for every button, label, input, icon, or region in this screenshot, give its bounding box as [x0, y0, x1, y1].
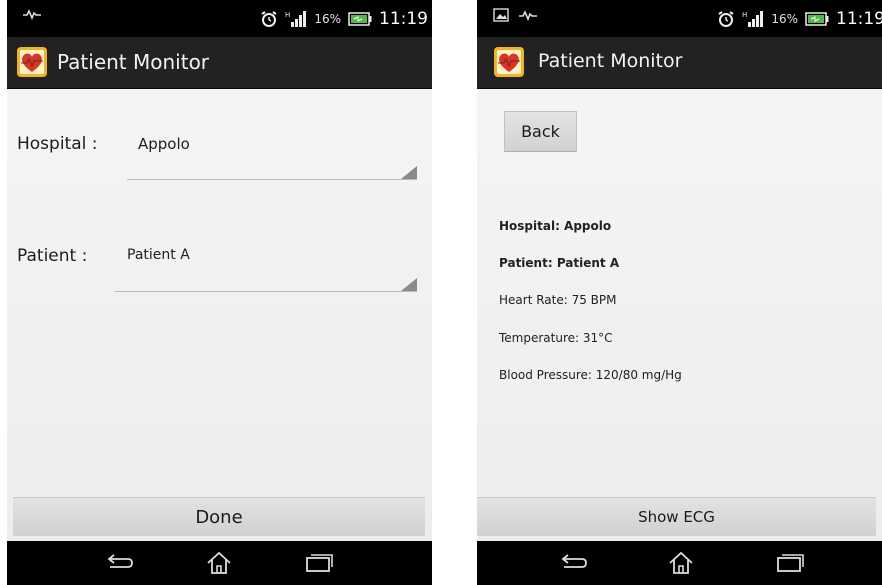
- navigation-bar: [7, 541, 432, 585]
- clock: 11:19: [836, 9, 882, 29]
- show-ecg-button[interactable]: Show ECG: [477, 497, 876, 536]
- nav-recents-button[interactable]: [770, 549, 810, 577]
- back-button[interactable]: Back: [504, 111, 577, 152]
- svg-text:H: H: [742, 11, 747, 19]
- hospital-label: Hospital :: [17, 134, 98, 154]
- hospital-spinner[interactable]: Appolo: [127, 135, 417, 180]
- nav-back-button[interactable]: [99, 549, 139, 577]
- status-bar: H 16% 11:19: [7, 0, 432, 37]
- back-icon: [561, 554, 587, 568]
- battery-icon: [348, 12, 372, 26]
- dropdown-triangle-icon: [401, 278, 417, 291]
- nav-home-button[interactable]: [199, 549, 239, 577]
- dropdown-triangle-icon: [401, 166, 417, 179]
- app-title: Patient Monitor: [57, 50, 210, 74]
- patient-spinner-value: Patient A: [127, 247, 190, 263]
- nav-recents-button[interactable]: [299, 549, 339, 577]
- battery-icon: [805, 12, 829, 26]
- alarm-icon: [718, 11, 734, 27]
- battery-percent: 16%: [771, 12, 798, 26]
- app-title: Patient Monitor: [538, 50, 683, 72]
- temperature-info: Temperature: 31°C: [499, 331, 613, 345]
- patient-info: Patient: Patient A: [499, 256, 620, 270]
- signal-icon: H: [742, 11, 764, 27]
- home-icon: [207, 551, 231, 574]
- heart-rate-info: Heart Rate: 75 BPM: [499, 293, 617, 307]
- selection-screen: H 16% 11:19 Patient Monitor Hospital: A…: [7, 0, 432, 585]
- patient-label: Patient :: [17, 246, 88, 266]
- nav-back-button[interactable]: [553, 549, 593, 577]
- recents-icon: [777, 554, 804, 572]
- signal-icon: H: [285, 11, 307, 27]
- action-bar: Patient Monitor: [477, 37, 882, 89]
- patient-spinner[interactable]: Patient A: [115, 247, 417, 292]
- nav-home-button[interactable]: [661, 549, 701, 577]
- battery-percent: 16%: [314, 12, 341, 26]
- patient-details: Back Hospital: Appolo Patient: Patient A…: [477, 89, 882, 492]
- heart-logo-icon: [17, 47, 47, 77]
- details-screen: H 16% 11:19 Patient Monitor Back Hospita…: [477, 0, 882, 585]
- hospital-spinner-value: Appolo: [138, 135, 190, 153]
- home-icon: [669, 551, 693, 574]
- action-bar: Patient Monitor: [7, 37, 432, 89]
- image-icon: [493, 8, 509, 22]
- status-bar: H 16% 11:19: [477, 0, 882, 37]
- heart-logo-icon: [494, 47, 524, 77]
- blood-pressure-info: Blood Pressure: 120/80 mg/Hg: [499, 368, 682, 382]
- pulse-icon: [23, 9, 41, 20]
- clock: 11:19: [379, 9, 428, 29]
- done-button[interactable]: Done: [13, 497, 425, 536]
- navigation-bar: [477, 541, 882, 585]
- pulse-icon: [519, 10, 537, 21]
- recents-icon: [306, 554, 333, 572]
- alarm-icon: [261, 11, 277, 27]
- back-icon: [107, 554, 133, 568]
- svg-text:H: H: [285, 11, 290, 19]
- hospital-info: Hospital: Appolo: [499, 219, 612, 233]
- selection-form: Hospital : Appolo Patient : Patient A: [7, 89, 432, 492]
